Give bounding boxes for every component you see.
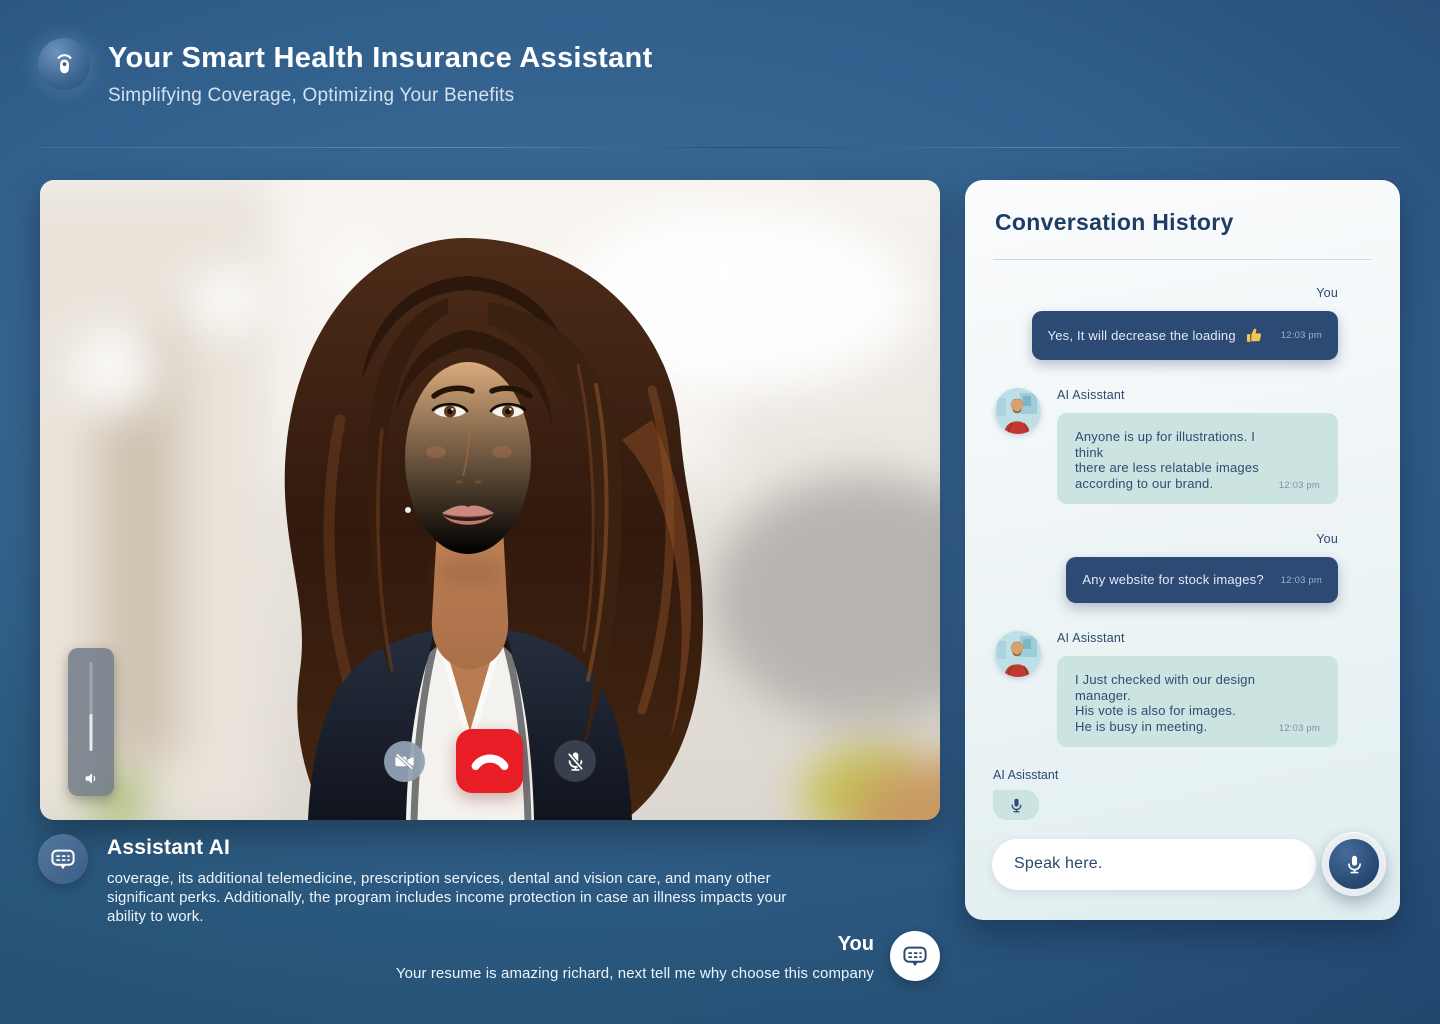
chat-message: You Any website for stock images? 12:03 …: [995, 532, 1338, 603]
conversation-history-panel: Conversation History You Yes, It will de…: [965, 180, 1400, 920]
message-sender: AI Asisstant: [1057, 388, 1338, 402]
conversation-history-title: Conversation History: [995, 209, 1370, 236]
chat-bubble-icon: [38, 834, 88, 884]
typing-label: AI Asisstant: [993, 768, 1372, 782]
message-text: Anyone is up for illustrations. I think …: [1075, 429, 1266, 491]
typing-indicator: AI Asisstant: [965, 768, 1400, 820]
message-time: 12:03 pm: [1281, 575, 1322, 586]
message-time: 12:03 pm: [1279, 480, 1320, 491]
assistant-caption-text: coverage, its additional telemedicine, p…: [107, 869, 815, 926]
assistant-caption-label: Assistant AI: [107, 836, 815, 860]
user-caption-text: Your resume is amazing richard, next tel…: [396, 965, 874, 982]
thumbs-up-icon: [1245, 326, 1264, 345]
message-bubble: I Just checked with our design manager. …: [1057, 656, 1338, 747]
message-sender: You: [1316, 286, 1338, 300]
page: Your Smart Health Insurance Assistant Si…: [0, 0, 1440, 1024]
chat-message: You Yes, It will decrease the loading 12…: [995, 286, 1338, 360]
message-list: You Yes, It will decrease the loading 12…: [965, 260, 1400, 768]
chat-message: AI Asisstant I Just checked with our des…: [995, 631, 1338, 747]
message-time: 12:03 pm: [1279, 723, 1320, 734]
voice-input-row: [965, 820, 1400, 920]
mic-off-icon: [564, 750, 587, 773]
message-time: 12:03 pm: [1281, 330, 1322, 341]
message-sender: You: [1316, 532, 1338, 546]
user-caption: You Your resume is amazing richard, next…: [396, 931, 940, 982]
message-bubble: Yes, It will decrease the loading 12:03 …: [1032, 311, 1338, 360]
hangup-call-icon: [464, 741, 516, 781]
page-title: Your Smart Health Insurance Assistant: [108, 42, 653, 75]
chat-bubble-icon: [890, 931, 940, 981]
assistant-caption: Assistant AI coverage, its additional te…: [38, 834, 918, 926]
assistant-video-feed: [40, 180, 940, 820]
mic-button-ring: [1322, 832, 1386, 896]
message-text: Any website for stock images?: [1082, 572, 1263, 588]
page-subtitle: Simplifying Coverage, Optimizing Your Be…: [108, 85, 653, 107]
mic-icon: [1344, 854, 1365, 875]
camera-off-button[interactable]: [384, 741, 425, 782]
message-bubble: Any website for stock images? 12:03 pm: [1066, 557, 1338, 603]
user-caption-label: You: [396, 933, 874, 956]
message-bubble: Anyone is up for illustrations. I think …: [1057, 413, 1338, 504]
speak-input[interactable]: [992, 839, 1316, 890]
mic-icon: [1008, 797, 1025, 814]
message-text: I Just checked with our design manager. …: [1075, 672, 1266, 734]
header-divider: [40, 147, 1400, 148]
chat-message: AI Asisstant Anyone is up for illustrati…: [995, 388, 1338, 504]
voice-assistant-icon: [38, 38, 90, 90]
hangup-button[interactable]: [456, 729, 523, 793]
camera-off-icon: [393, 750, 416, 773]
typing-bubble: [993, 790, 1039, 820]
mic-off-button[interactable]: [554, 740, 596, 782]
message-text: Yes, It will decrease the loading: [1048, 328, 1236, 344]
app-header: Your Smart Health Insurance Assistant Si…: [38, 38, 653, 107]
assistant-avatar: [995, 631, 1041, 677]
call-controls: [40, 729, 940, 793]
mic-button[interactable]: [1329, 839, 1379, 889]
video-call-panel: [40, 180, 940, 820]
assistant-avatar: [995, 388, 1041, 434]
message-sender: AI Asisstant: [1057, 631, 1338, 645]
